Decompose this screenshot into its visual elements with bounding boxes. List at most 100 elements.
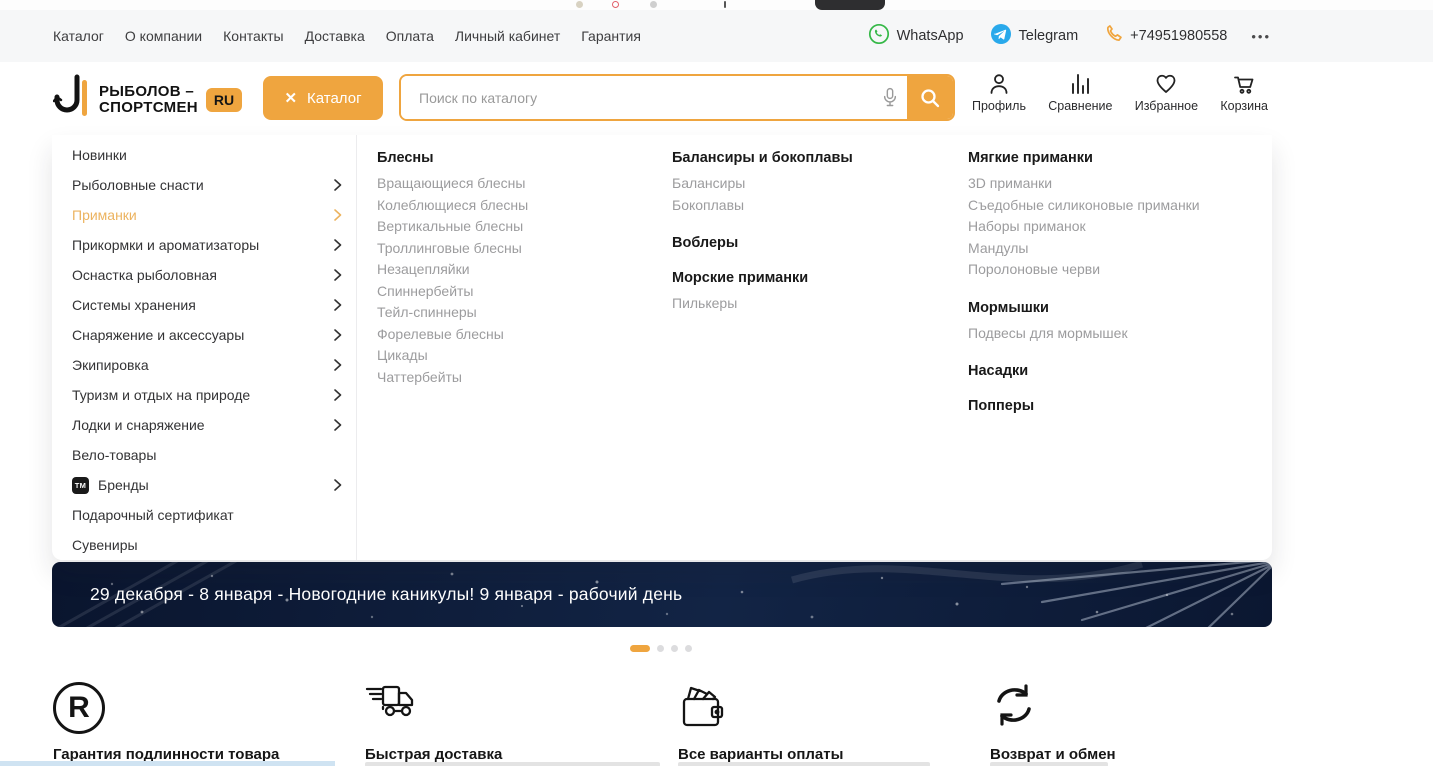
- phone-link[interactable]: +74951980558: [1104, 25, 1227, 48]
- category-link[interactable]: Подвесы для мормышек: [968, 323, 1268, 345]
- tm-icon: TM: [72, 477, 89, 494]
- category-link[interactable]: Съедобные силиконовые приманки: [968, 195, 1268, 217]
- topbar-link-catalog[interactable]: Каталог: [53, 28, 104, 44]
- category-link[interactable]: Форелевые блесны: [377, 324, 657, 346]
- chevron-right-icon: [334, 299, 342, 311]
- sidebar-item-rigging[interactable]: Оснастка рыболовная: [52, 260, 356, 290]
- chevron-right-icon: [334, 329, 342, 341]
- sidebar-item-boats[interactable]: Лодки и снаряжение: [52, 410, 356, 440]
- sidebar-item-novelties[interactable]: Новинки: [52, 140, 356, 170]
- logo-ru-badge: RU: [206, 88, 242, 112]
- feature-payment: Все варианты оплаты: [678, 682, 978, 763]
- category-title-poppers[interactable]: Попперы: [968, 398, 1268, 414]
- search-input[interactable]: [401, 76, 873, 119]
- feature-label: Возврат и обмен: [990, 746, 1290, 763]
- category-title-balancers[interactable]: Балансиры и бокоплавы: [672, 150, 957, 166]
- cart-icon: [1232, 72, 1256, 96]
- carousel-dot-3[interactable]: [671, 645, 678, 652]
- sidebar-item-brands[interactable]: TMБренды: [52, 470, 356, 500]
- carousel-dot-4[interactable]: [685, 645, 692, 652]
- sidebar-item-gift-certificate[interactable]: Подарочный сертификат: [52, 500, 356, 530]
- feature-authenticity: R Гарантия подлинности товара: [53, 682, 353, 763]
- heart-icon: [1154, 72, 1178, 96]
- category-title-baits[interactable]: Насадки: [968, 363, 1268, 379]
- favorites-button[interactable]: Избранное: [1135, 72, 1198, 113]
- chevron-right-icon: [334, 419, 342, 431]
- catalog-sidebar: Новинки Рыболовные снасти Приманки Прико…: [52, 135, 357, 560]
- category-link[interactable]: Чаттербейты: [377, 367, 657, 389]
- sidebar-item-lures[interactable]: Приманки: [52, 200, 356, 230]
- sidebar-item-clothing[interactable]: Экипировка: [52, 350, 356, 380]
- whatsapp-link[interactable]: WhatsApp: [868, 23, 964, 49]
- scrollbar-fragment[interactable]: [0, 761, 335, 766]
- category-link[interactable]: Бокоплавы: [672, 195, 957, 217]
- sidebar-item-bike[interactable]: Вело-товары: [52, 440, 356, 470]
- mega-menu-content: Блесны Вращающиеся блесны Колеблющиеся б…: [357, 135, 1272, 560]
- cart-label: Корзина: [1220, 99, 1268, 113]
- telegram-link[interactable]: Telegram: [990, 23, 1079, 49]
- sidebar-item-gear[interactable]: Снаряжение и аксессуары: [52, 320, 356, 350]
- more-menu-button[interactable]: •••: [1251, 29, 1271, 44]
- category-link[interactable]: Цикады: [377, 345, 657, 367]
- whatsapp-label: WhatsApp: [897, 28, 964, 44]
- sidebar-item-storage[interactable]: Системы хранения: [52, 290, 356, 320]
- sidebar-item-groundbait[interactable]: Прикормки и ароматизаторы: [52, 230, 356, 260]
- category-title-jigs[interactable]: Мормышки: [968, 300, 1268, 316]
- topbar-link-about[interactable]: О компании: [125, 28, 202, 44]
- category-link[interactable]: 3D приманки: [968, 173, 1268, 195]
- feature-label: Все варианты оплаты: [678, 746, 978, 763]
- category-link[interactable]: Незацепляйки: [377, 259, 657, 281]
- sidebar-item-souvenirs[interactable]: Сувениры: [52, 530, 356, 560]
- category-title-spoons[interactable]: Блесны: [377, 150, 657, 166]
- sidebar-item-tackle[interactable]: Рыболовные снасти: [52, 170, 356, 200]
- cursor-icon: [724, 1, 726, 8]
- carousel-dot-2[interactable]: [657, 645, 664, 652]
- topbar-link-delivery[interactable]: Доставка: [305, 28, 365, 44]
- category-link[interactable]: Наборы приманок: [968, 216, 1268, 238]
- category-link[interactable]: Мандулы: [968, 238, 1268, 260]
- category-link[interactable]: Колеблющиеся блесны: [377, 195, 657, 217]
- carousel-dot-1[interactable]: [630, 645, 650, 652]
- sidebar-item-tourism[interactable]: Туризм и отдых на природе: [52, 380, 356, 410]
- category-link[interactable]: Пилькеры: [672, 293, 957, 315]
- compare-button[interactable]: Сравнение: [1048, 72, 1112, 113]
- carousel-dots: [630, 645, 692, 652]
- category-title-soft-lures[interactable]: Мягкие приманки: [968, 150, 1268, 166]
- chevron-right-icon: [334, 269, 342, 281]
- category-title-sea-lures[interactable]: Морские приманки: [672, 270, 957, 286]
- category-title-wobblers[interactable]: Воблеры: [672, 235, 957, 251]
- category-link[interactable]: Поролоновые черви: [968, 259, 1268, 281]
- browser-pill: [815, 0, 885, 10]
- site-logo[interactable]: РЫБОЛОВ – СПОРТСМЕН RU: [53, 74, 242, 125]
- profile-button[interactable]: Профиль: [972, 72, 1026, 113]
- feature-subtext-clipped: [365, 762, 660, 766]
- topbar-link-warranty[interactable]: Гарантия: [581, 28, 641, 44]
- topbar-link-account[interactable]: Личный кабинет: [455, 28, 560, 44]
- microphone-icon[interactable]: [873, 76, 907, 119]
- topbar: Каталог О компании Контакты Доставка Опл…: [0, 10, 1433, 62]
- category-link[interactable]: Троллинговые блесны: [377, 238, 657, 260]
- wallet-icon: [678, 682, 728, 730]
- page: Каталог О компании Контакты Доставка Опл…: [0, 0, 1433, 766]
- topbar-link-contacts[interactable]: Контакты: [223, 28, 283, 44]
- banner-text: 29 декабря - 8 января - Новогодние каник…: [90, 562, 682, 627]
- mega-column-1: Блесны Вращающиеся блесны Колеблющиеся б…: [377, 135, 657, 388]
- telegram-label: Telegram: [1019, 28, 1079, 44]
- compare-label: Сравнение: [1048, 99, 1112, 113]
- hook-icon: [53, 74, 91, 125]
- category-link[interactable]: Вертикальные блесны: [377, 216, 657, 238]
- mega-column-3: Мягкие приманки 3D приманки Съедобные си…: [968, 135, 1268, 421]
- category-link[interactable]: Вращающиеся блесны: [377, 173, 657, 195]
- category-link[interactable]: Спиннербейты: [377, 281, 657, 303]
- promo-banner[interactable]: 29 декабря - 8 января - Новогодние каник…: [52, 562, 1272, 627]
- category-link[interactable]: Тейл-спиннеры: [377, 302, 657, 324]
- topbar-link-payment[interactable]: Оплата: [386, 28, 434, 44]
- search-button[interactable]: [907, 76, 953, 119]
- cart-button[interactable]: Корзина: [1220, 72, 1268, 113]
- catalog-button[interactable]: ✕ Каталог: [263, 76, 383, 120]
- search-icon: [919, 87, 941, 109]
- refresh-icon: [990, 682, 1038, 728]
- profile-icon: [987, 72, 1011, 96]
- chevron-right-icon: [334, 179, 342, 191]
- category-link[interactable]: Балансиры: [672, 173, 957, 195]
